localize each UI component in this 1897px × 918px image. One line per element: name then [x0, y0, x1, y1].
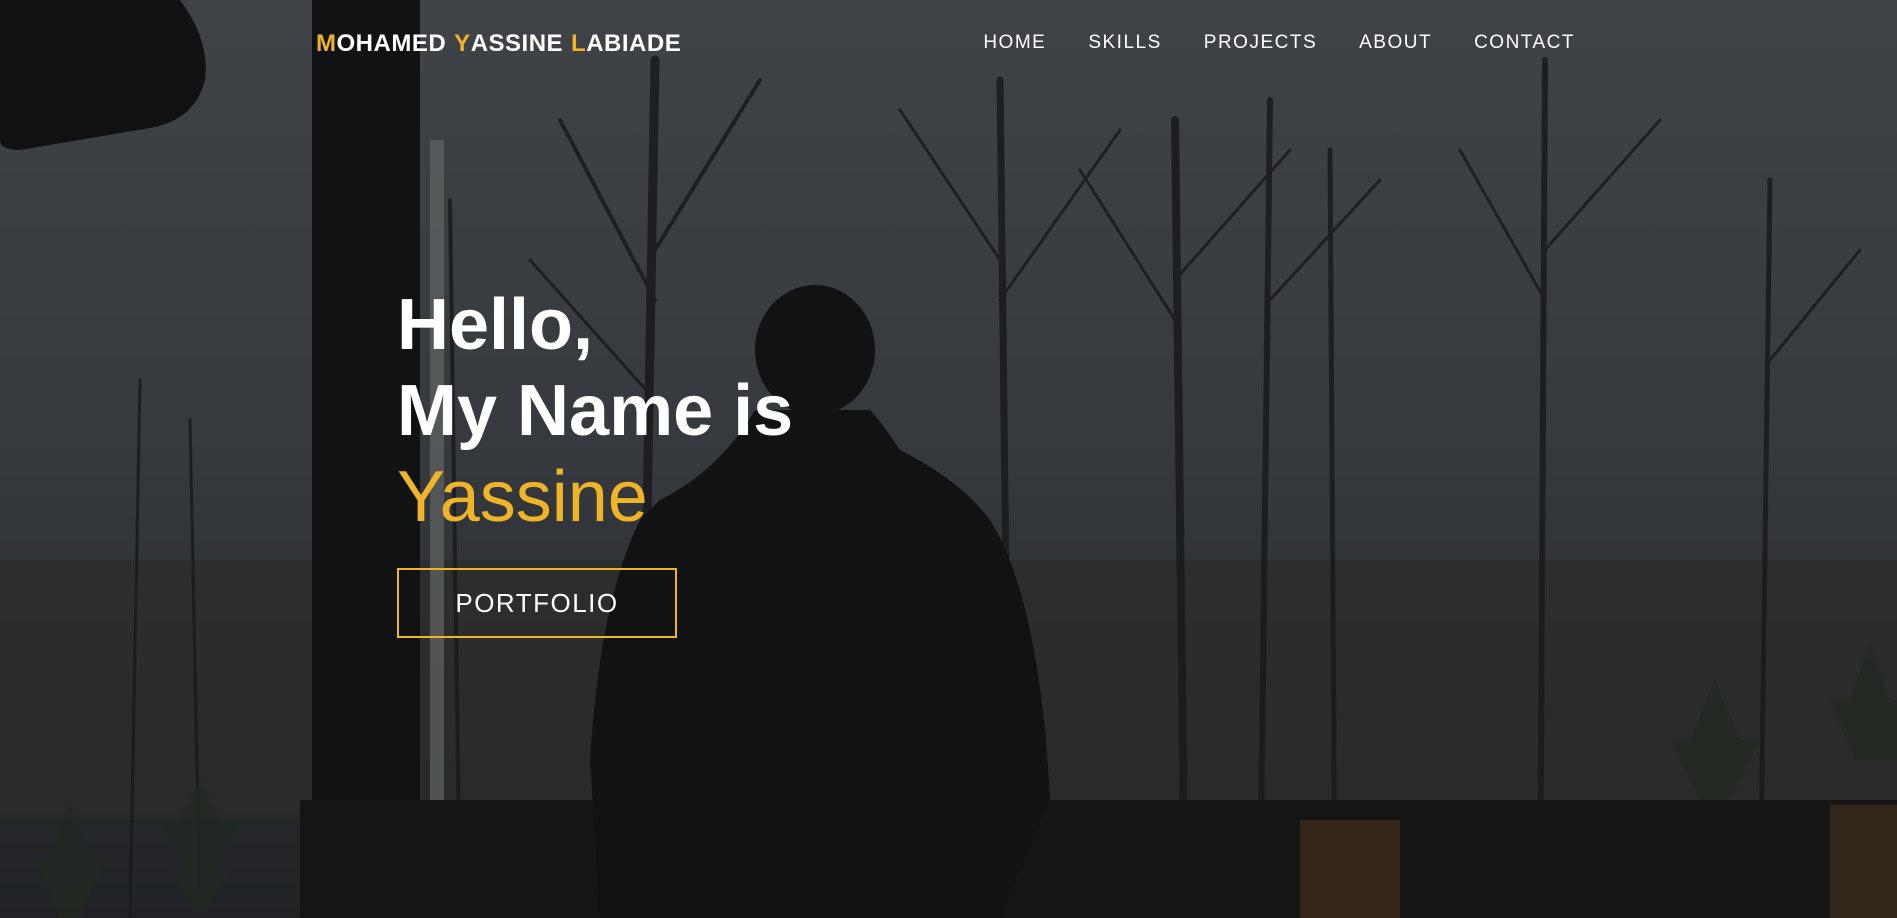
nav-link-contact[interactable]: CONTACT [1453, 32, 1575, 54]
hero-greeting: Hello, [397, 285, 594, 365]
brand-word-rest: ABIADE [586, 30, 682, 57]
hero-section: M OHAMED Y ASSINE L ABIADE HOME SKILLS PROJ… [0, 0, 1897, 918]
hero-first-name: Yassine [397, 457, 648, 537]
top-navbar: M OHAMED Y ASSINE L ABIADE HOME SKILLS PROJ… [0, 0, 1897, 90]
brand-logo[interactable]: M OHAMED Y ASSINE L ABIADE [316, 30, 689, 58]
nav-link-home[interactable]: HOME [962, 32, 1067, 54]
hero-name-line: My Name is [397, 371, 794, 451]
nav-link-projects[interactable]: PROJECTS [1183, 32, 1338, 54]
brand-initial: M [316, 30, 337, 57]
brand-word-rest: OHAMED [336, 30, 447, 57]
brand-word: L ABIADE [571, 30, 681, 58]
hero-heading: Hello, My Name is Yassine [397, 282, 793, 540]
brand-word-rest: ASSINE [470, 30, 564, 57]
nav-link-skills[interactable]: SKILLS [1067, 32, 1182, 54]
portfolio-button[interactable]: PORTFOLIO [397, 568, 677, 638]
nav-link-about[interactable]: ABOUT [1338, 32, 1453, 54]
main-nav: HOME SKILLS PROJECTS ABOUT CONTACT [962, 32, 1575, 54]
brand-initial: L [571, 30, 587, 57]
hero-dark-overlay [0, 0, 1897, 918]
brand-word: M OHAMED [316, 30, 446, 58]
brand-word: Y ASSINE [454, 30, 563, 58]
brand-initial: Y [454, 30, 471, 57]
